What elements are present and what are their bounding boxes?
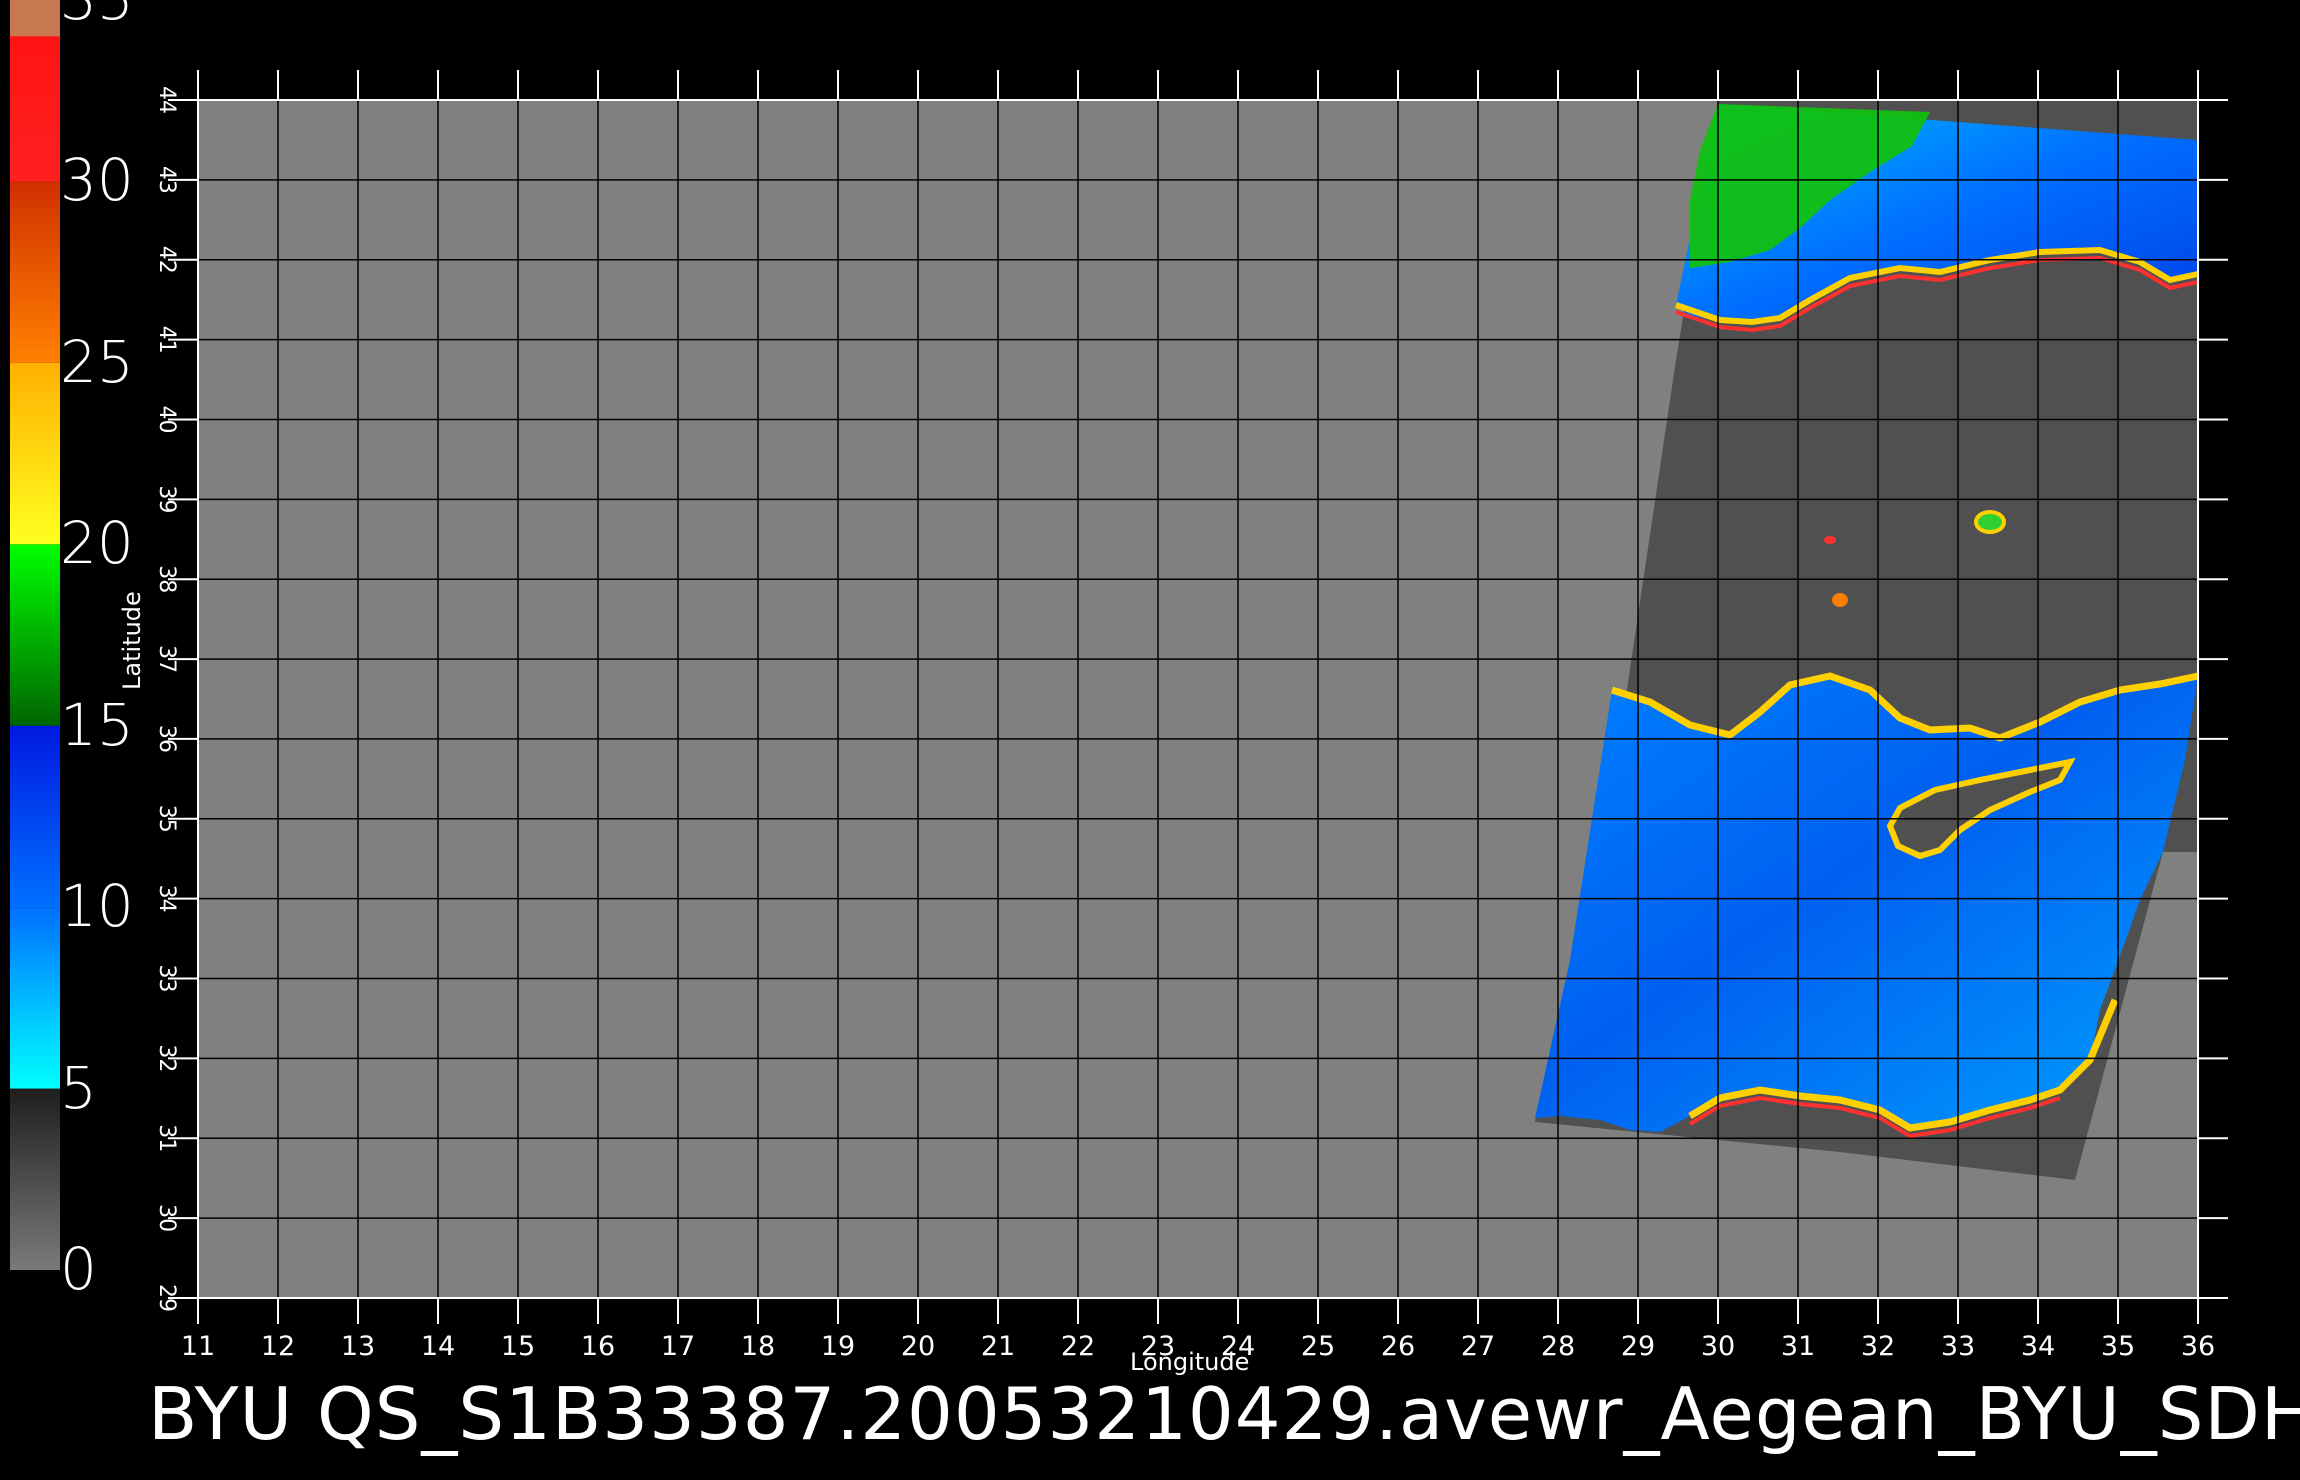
colorbar-tick-label: 5 [60,1053,97,1122]
x-tick-label: 35 [2101,1331,2135,1362]
wind-speed-map: 11 12 13 14 15 16 17 18 19 20 21 22 23 24 25 26 27 28 29 30… [10,0,2228,1362]
x-tick-label: 15 [501,1331,535,1362]
island-orange [1832,593,1848,607]
y-tick-label: 44 [154,86,179,114]
x-tick-label: 14 [421,1331,455,1362]
x-tick-label: 36 [2181,1331,2215,1362]
colorbar-tick-label: 20 [60,509,134,578]
y-tick-label: 32 [154,1044,179,1072]
x-tick-label: 34 [2021,1331,2055,1362]
x-tick-label: 30 [1701,1331,1735,1362]
y-tick-label: 39 [154,485,179,513]
colorbar-tick-label: 35 [60,0,134,28]
colorbar-tick-label: 25 [60,327,134,396]
x-tick-label: 29 [1621,1331,1655,1362]
x-tick-label: 13 [341,1331,375,1362]
x-tick-label: 12 [261,1331,295,1362]
y-tick-label: 40 [154,405,179,433]
x-tick-label: 32 [1861,1331,1895,1362]
x-tick-label: 18 [741,1331,775,1362]
y-tick-label: 33 [154,965,179,993]
y-tick-label: 36 [154,725,179,753]
y-tick-label: 34 [154,885,179,913]
x-tick-label: 25 [1301,1331,1335,1362]
x-tick-label: 33 [1941,1331,1975,1362]
x-tick-label: 16 [581,1331,615,1362]
x-tick-label: 19 [821,1331,855,1362]
colorbar-tick-label: 10 [60,872,134,941]
x-tick-label: 22 [1061,1331,1095,1362]
colorbar-tick-label: 0 [60,1235,97,1303]
y-tick-label: 42 [154,246,179,274]
y-tick-label: 38 [154,565,179,593]
colorbar [10,0,60,1270]
y-tick-label: 41 [154,326,179,354]
y-tick-label: 43 [154,166,179,194]
y-tick-labels: 29 30 31 32 33 34 35 36 37 38 39 40 41 42 43 44 [154,86,179,1312]
chart-title: BYU QS_S1B33387.20053210429.avewr_Aegean… [148,1372,2300,1456]
colorbar-band [10,907,60,1089]
colorbar-band [10,181,60,363]
y-tick-label: 35 [154,805,179,833]
colorbar-tick-label: 30 [60,146,134,215]
colorbar-band [10,1088,60,1270]
x-tick-label: 26 [1381,1331,1415,1362]
island-red [1824,536,1836,544]
x-tick-label: 28 [1541,1331,1575,1362]
y-tick-label: 31 [154,1124,179,1152]
x-tick-label: 21 [981,1331,1015,1362]
colorbar-tick-label: 15 [60,690,134,759]
x-tick-label: 27 [1461,1331,1495,1362]
x-tick-label: 17 [661,1331,695,1362]
x-tick-label: 31 [1781,1331,1815,1362]
x-tick-label: 20 [901,1331,935,1362]
colorbar-band [10,0,60,37]
colorbar-band [10,725,60,908]
x-tick-label: 11 [181,1331,215,1362]
y-tick-label: 37 [154,645,179,673]
y-tick-label: 30 [154,1204,179,1232]
y-tick-label: 29 [154,1284,179,1312]
colorbar-band [10,544,60,726]
colorbar-band [10,362,60,545]
island-lake [1974,510,2006,534]
y-axis-label: Latitude [118,591,146,690]
